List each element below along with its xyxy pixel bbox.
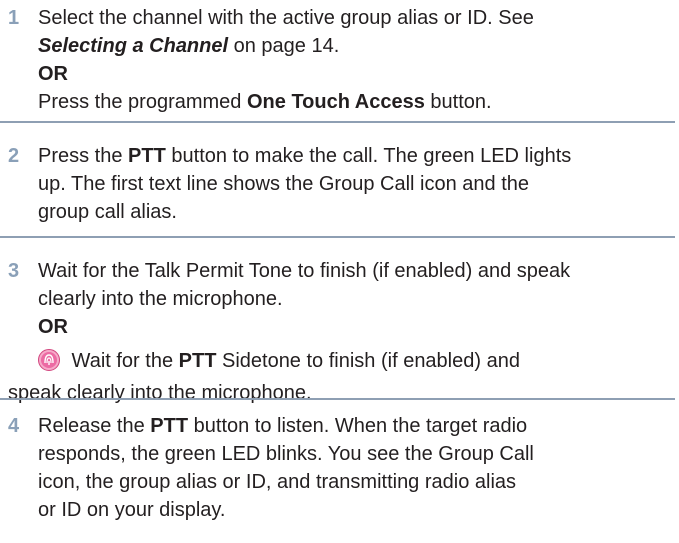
step-text: icon, the group alias or ID, and transmi… (38, 471, 517, 493)
or-separator: OR (38, 313, 673, 341)
step-text: Press the PTT button to make the call. T… (38, 142, 673, 170)
text-fragment: Wait for the (66, 350, 179, 372)
step-divider (0, 236, 675, 238)
step-text: speak clearly into the microphone. (8, 382, 312, 404)
or-separator: OR (38, 60, 673, 88)
step-text-alt: Press the programmed One Touch Access bu… (38, 88, 673, 116)
text-fragment: Press the (38, 145, 129, 167)
step-text: up. The first text line shows the Group … (38, 173, 530, 195)
cross-reference-page: on page 14. (228, 35, 340, 57)
step-divider (0, 398, 675, 400)
step-text: Select the channel with the active group… (38, 7, 534, 29)
step-text: group call alias. (38, 201, 177, 223)
step-3: 3 Wait for the Talk Permit Tone to finis… (0, 257, 679, 407)
cross-reference-link[interactable]: Selecting a Channel (38, 35, 228, 57)
step-number: 1 (8, 7, 20, 29)
or-label: OR (38, 316, 68, 338)
step-text: responds, the green LED blinks. You see … (38, 443, 534, 465)
text-fragment: Release the (38, 415, 151, 437)
step-text-alt: Wait for the PTT Sidetone to finish (if … (38, 347, 673, 375)
or-label: OR (38, 63, 68, 85)
cross-reference: Selecting a Channel on page 14. (38, 32, 673, 60)
step-1: 1 Select the channel with the active gro… (0, 4, 679, 116)
step-number: 2 (8, 145, 20, 167)
text-fragment: Press the programmed (38, 91, 247, 113)
step-divider (0, 121, 675, 123)
step-text: Release the PTT button to listen. When t… (38, 412, 673, 440)
button-name: PTT (150, 415, 189, 437)
text-fragment: Sidetone to finish (if enabled) and (216, 350, 520, 372)
step-number: 3 (8, 260, 20, 282)
step-text: Wait for the Talk Permit Tone to finish … (38, 260, 571, 282)
text-fragment: button. (424, 91, 492, 113)
text-fragment: button to listen. When the target radio (188, 415, 528, 437)
step-text: or ID on your display. (38, 499, 226, 521)
step-4: 4 Release the PTT button to listen. When… (0, 412, 679, 524)
button-name: PTT (178, 350, 217, 372)
button-name: One Touch Access (246, 91, 425, 113)
step-2: 2 Press the PTT button to make the call.… (0, 142, 679, 226)
step-text: clearly into the microphone. (38, 288, 283, 310)
button-name: PTT (128, 145, 166, 167)
text-fragment: button to make the call. The green LED l… (165, 145, 572, 167)
sidetone-icon (38, 349, 60, 371)
step-number: 4 (8, 415, 20, 437)
